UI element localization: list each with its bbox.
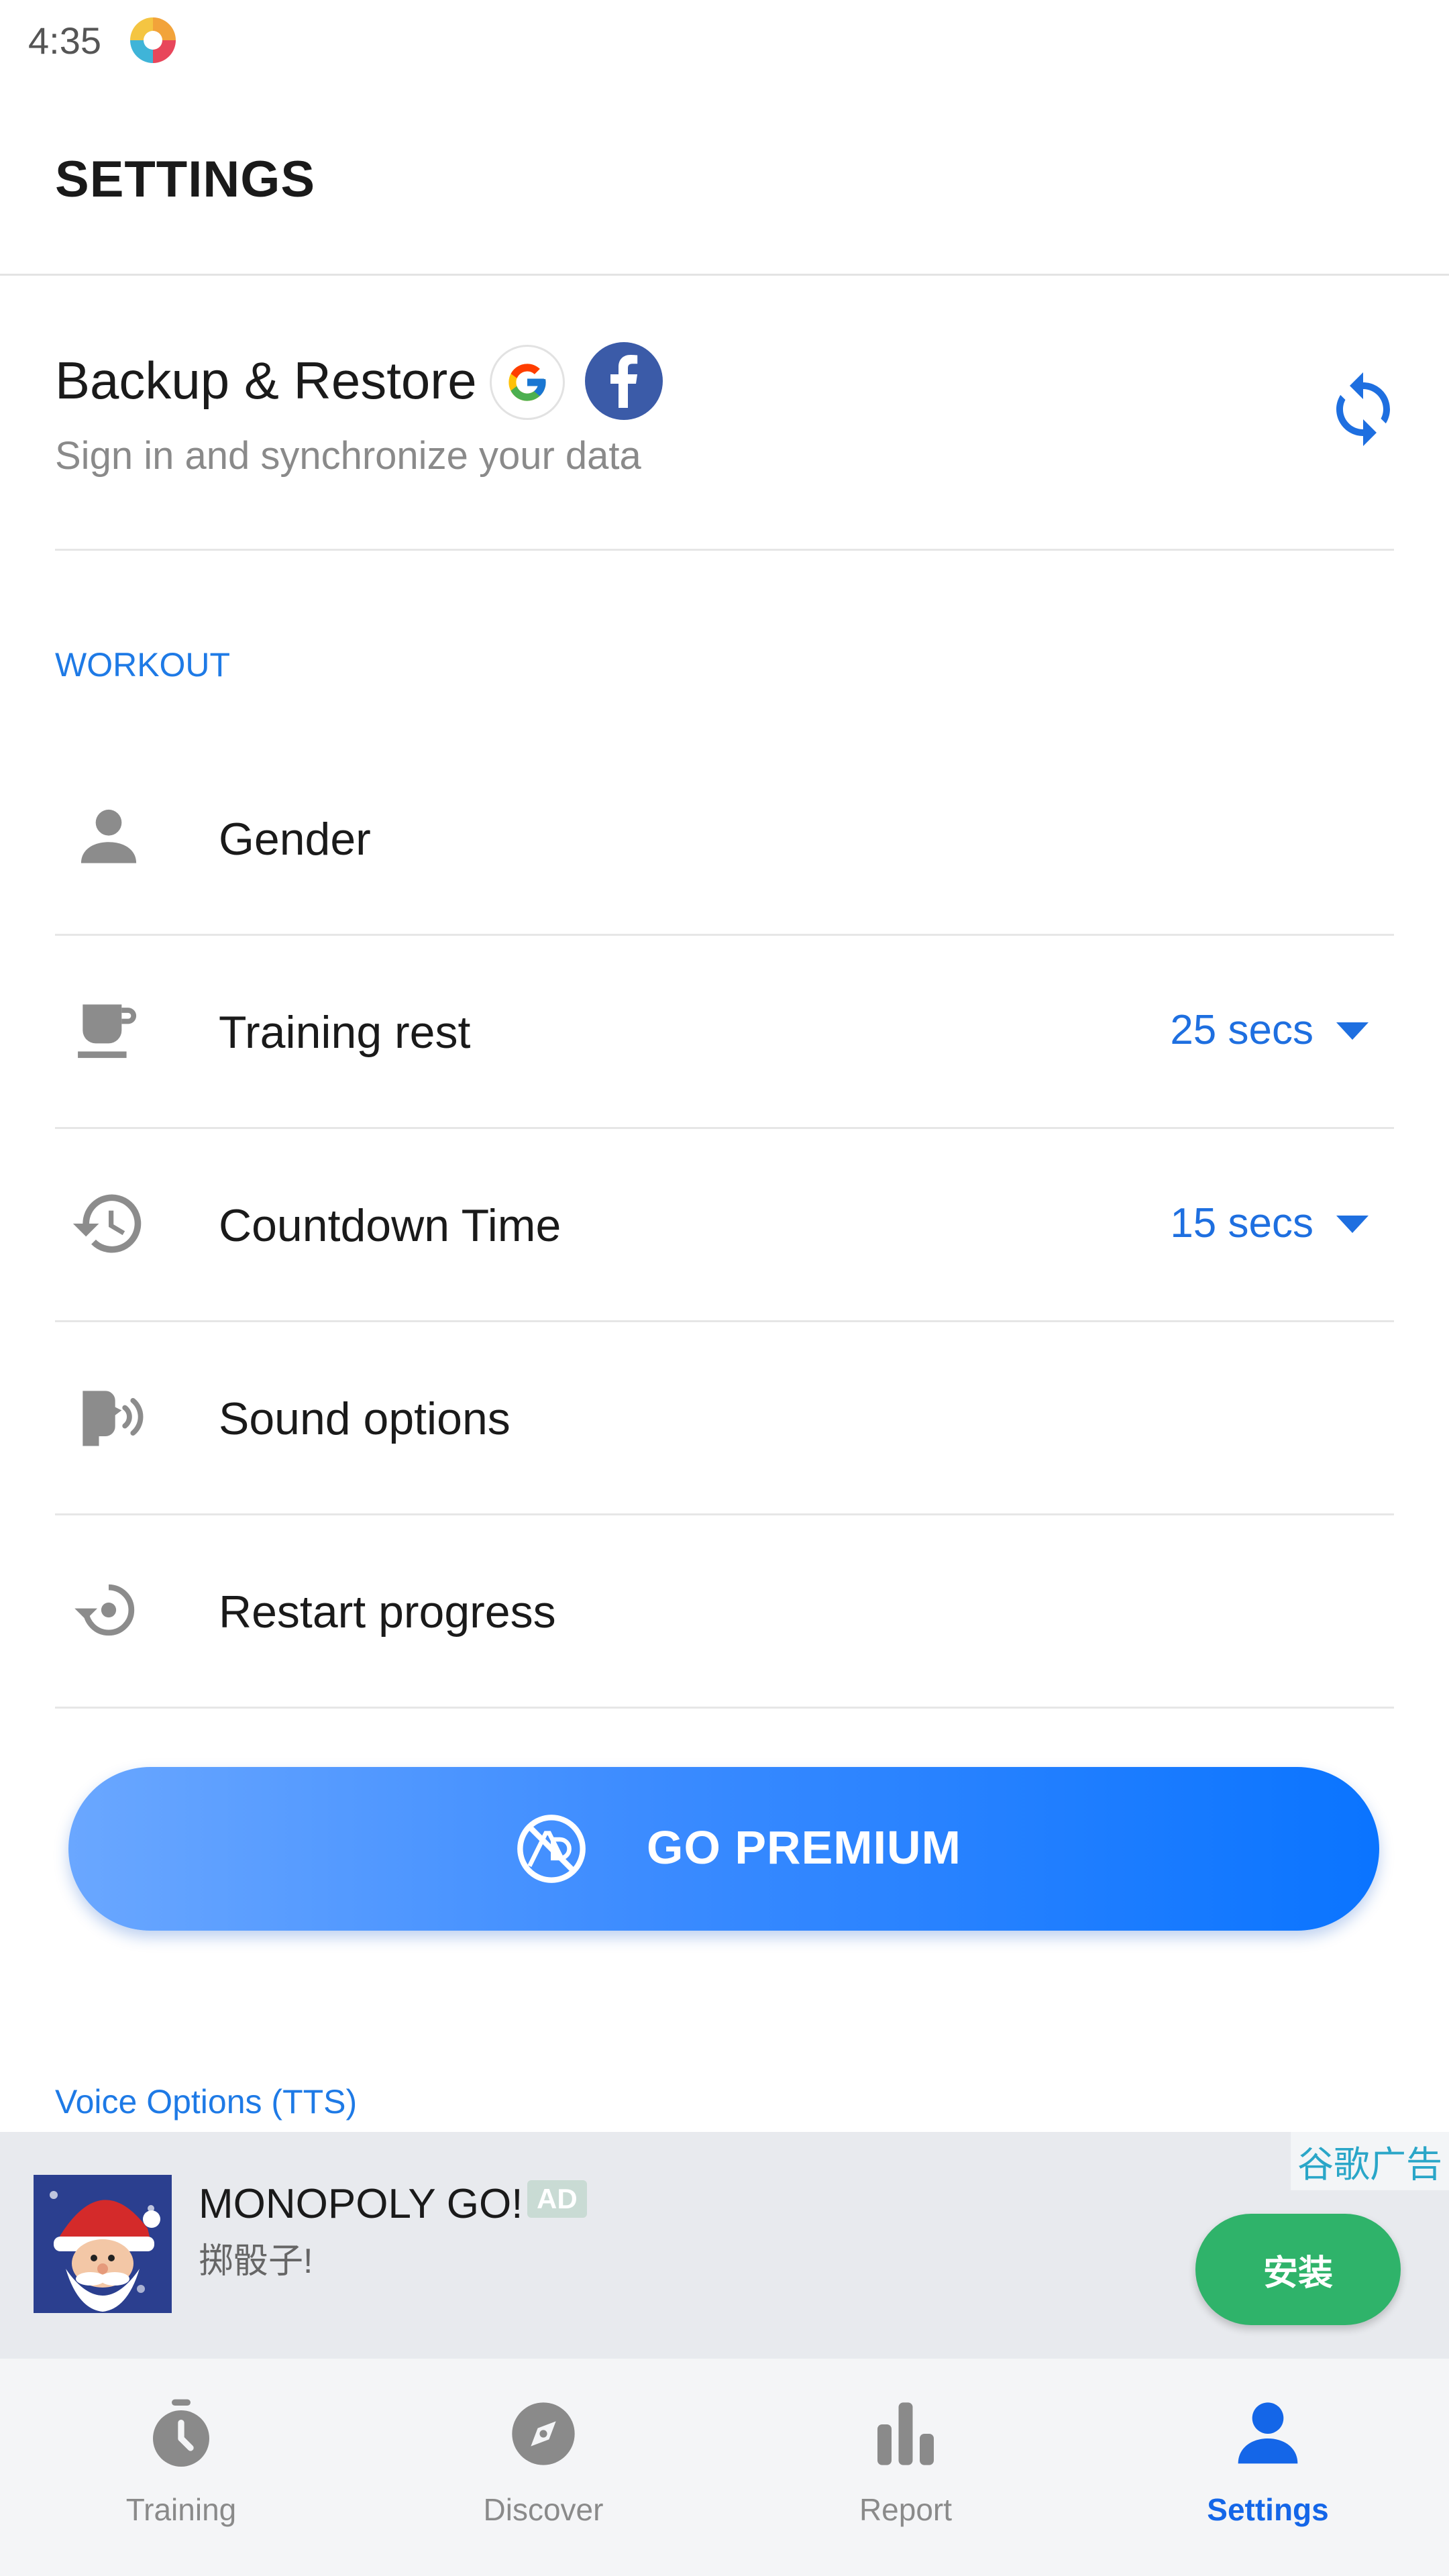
go-premium-button[interactable]: GO PREMIUM	[68, 1767, 1379, 1931]
facebook-icon[interactable]	[585, 342, 663, 420]
sound-options-label: Sound options	[219, 1393, 511, 1444]
nav-discover[interactable]: Discover	[362, 2359, 724, 2576]
restart-progress-label: Restart progress	[219, 1587, 556, 1638]
monopoly-app-icon[interactable]	[34, 2175, 172, 2313]
nav-settings[interactable]: Settings	[1087, 2359, 1449, 2576]
workout-section-label: WORKOUT	[55, 646, 231, 684]
status-time: 4:35	[28, 19, 101, 62]
sync-icon[interactable]	[1323, 369, 1403, 449]
nav-report-label: Report	[859, 2492, 953, 2527]
nav-report[interactable]: Report	[724, 2359, 1087, 2576]
ad-badge: AD	[527, 2180, 587, 2218]
chevron-down-icon[interactable]	[1335, 1021, 1370, 1041]
google-icon[interactable]	[490, 345, 565, 420]
countdown-time-value[interactable]: 15 secs	[1170, 1199, 1313, 1247]
nav-training-label: Training	[125, 2492, 237, 2527]
user-icon	[1238, 2402, 1298, 2464]
status-bar: 4:35	[0, 0, 1449, 80]
training-rest-row[interactable]: Training rest 25 secs	[55, 934, 1394, 1129]
gender-label: Gender	[219, 814, 371, 865]
bar-chart-icon	[877, 2402, 934, 2465]
bottom-nav: Training Discover Report Settings	[0, 2359, 1449, 2576]
restart-icon	[74, 1584, 135, 1636]
nav-training[interactable]: Training	[0, 2359, 362, 2576]
person-icon	[80, 809, 137, 863]
no-ads-icon	[517, 1815, 586, 1883]
settings-screen: 4:35 SETTINGS Backup & Restore Sign in a…	[0, 0, 1449, 2576]
nav-settings-label: Settings	[1207, 2492, 1329, 2527]
coffee-cup-icon	[78, 1004, 137, 1059]
ad-corner-label: 谷歌广告	[1291, 2132, 1449, 2190]
countdown-time-row[interactable]: Countdown Time 15 secs	[55, 1127, 1394, 1322]
training-rest-label: Training rest	[219, 1007, 471, 1058]
backup-restore-row[interactable]: Backup & Restore Sign in and synchronize…	[55, 275, 1394, 551]
voice-options-label[interactable]: Voice Options (TTS)	[55, 2082, 357, 2121]
nav-discover-label: Discover	[483, 2492, 604, 2527]
go-premium-label: GO PREMIUM	[647, 1821, 961, 1874]
gender-row[interactable]: Gender	[55, 741, 1394, 936]
stopwatch-icon	[153, 2399, 209, 2467]
app-notification-icon	[129, 16, 177, 64]
header: SETTINGS	[0, 80, 1449, 276]
ad-title[interactable]: MONOPOLY GO!	[199, 2180, 523, 2228]
countdown-time-label: Countdown Time	[219, 1200, 561, 1251]
install-button[interactable]: 安装	[1195, 2214, 1401, 2325]
chevron-down-icon[interactable]	[1335, 1214, 1370, 1234]
compass-icon	[512, 2402, 575, 2465]
voice-icon	[83, 1391, 144, 1446]
training-rest-value[interactable]: 25 secs	[1170, 1006, 1313, 1054]
ad-subtitle: 掷骰子!	[199, 2242, 313, 2281]
ad-banner[interactable]: 谷歌广告 MONOPOLY GO! AD 掷骰子! 安装	[0, 2132, 1449, 2359]
history-icon	[72, 1194, 142, 1253]
page-title: SETTINGS	[55, 151, 316, 208]
backup-subtitle: Sign in and synchronize your data	[55, 434, 641, 478]
backup-title: Backup & Restore	[55, 351, 477, 410]
sound-options-row[interactable]: Sound options	[55, 1320, 1394, 1515]
restart-progress-row[interactable]: Restart progress	[55, 1513, 1394, 1709]
